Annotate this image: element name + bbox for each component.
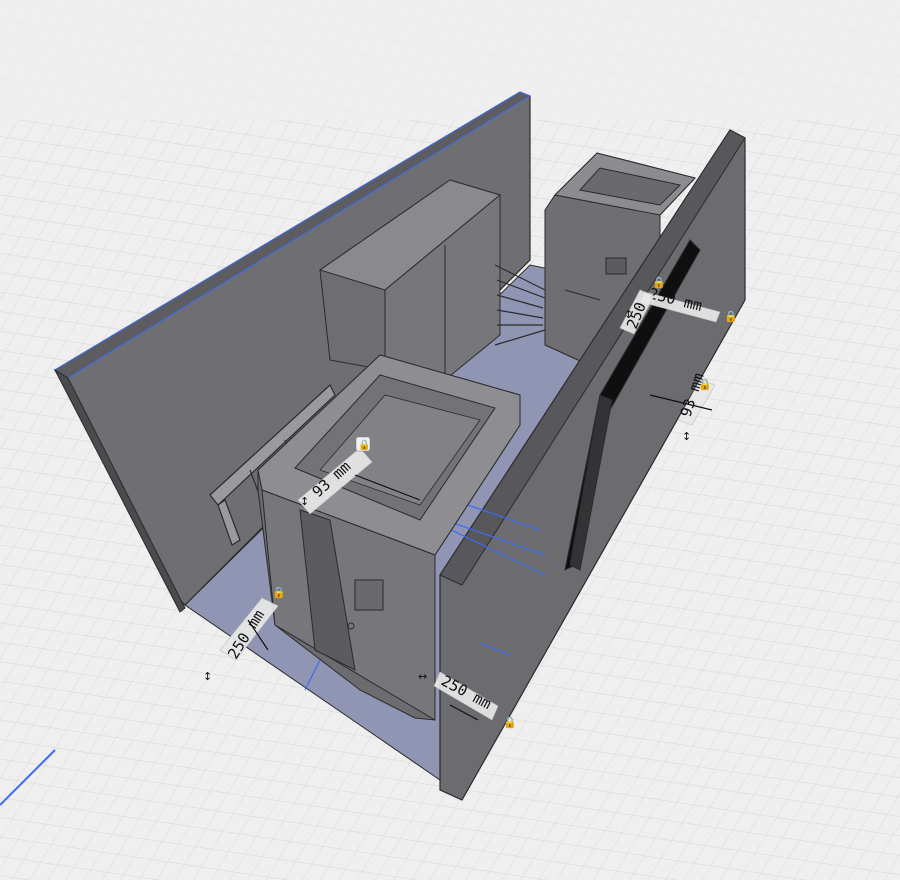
lock-icon[interactable]: 🔒 [724, 310, 738, 323]
resize-arrows-icon[interactable]: ↕ [682, 430, 691, 443]
lock-icon[interactable]: 🔒 [652, 276, 666, 289]
lock-icon[interactable]: 🔒 [503, 716, 517, 729]
3d-viewport[interactable]: 93 mm 🔒 ↕ 93 mm 🔒 ↕ 250 mm 🔒 250 🔒 ↕ 250… [0, 0, 900, 880]
resize-arrows-icon[interactable]: ↔ [418, 670, 427, 683]
lock-icon[interactable]: 🔒 [272, 586, 286, 599]
back-cabinet-display [605, 257, 627, 275]
front-cabinet-display [354, 579, 384, 611]
resize-arrows-icon[interactable]: ↕ [203, 670, 212, 683]
horizon-fade [0, 0, 900, 120]
scene-canvas[interactable]: 93 mm 🔒 ↕ 93 mm 🔒 ↕ 250 mm 🔒 250 🔒 ↕ 250… [0, 0, 900, 880]
lock-icon[interactable]: 🔒 [358, 439, 370, 451]
resize-arrows-icon[interactable]: ↕ [624, 308, 633, 321]
lock-icon[interactable]: 🔒 [698, 378, 712, 391]
resize-arrows-icon[interactable]: ↕ [300, 495, 309, 508]
